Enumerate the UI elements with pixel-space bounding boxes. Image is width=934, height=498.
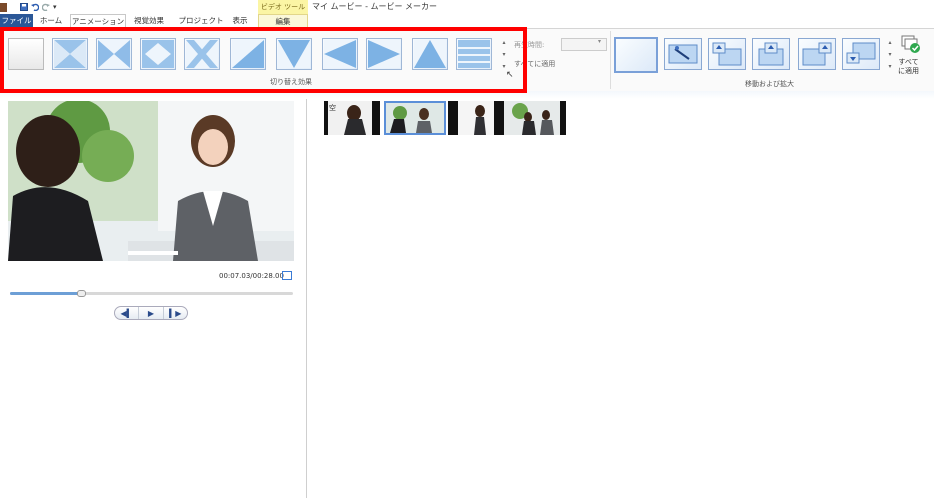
duration-chevron-down-icon: ▾: [598, 38, 602, 45]
pan-up-icon: [758, 42, 784, 66]
apply-all-pan-zoom-button[interactable]: すべて に適用: [898, 58, 919, 76]
quick-access-toolbar: ▾: [0, 0, 61, 14]
pan-gallery-scroll-up-icon[interactable]: ▴: [886, 38, 894, 47]
video-tools-context-label: ビデオ ツール: [258, 0, 308, 15]
app-icon[interactable]: [0, 2, 7, 12]
pan-gallery-scroll-down-icon[interactable]: ▾: [886, 50, 894, 59]
customize-qat-icon[interactable]: ▾: [53, 3, 61, 11]
next-frame-icon: ▍▶: [169, 308, 182, 318]
timecode: 00:07.03/00:28.00: [219, 272, 284, 280]
seek-progress: [10, 292, 81, 295]
transition-marker: 空: [329, 104, 336, 112]
pan-zoom-group-label: 移動および拡大: [745, 80, 794, 88]
preview-frame-image: [8, 101, 294, 261]
seek-thumb[interactable]: [77, 290, 86, 297]
play-button[interactable]: ▶: [139, 307, 164, 319]
tab-file[interactable]: ファイル: [0, 14, 33, 28]
storyboard-clip-4[interactable]: [504, 101, 566, 135]
save-icon[interactable]: [20, 3, 28, 11]
highlight-frame: [0, 27, 527, 93]
pan-zoom-1[interactable]: [664, 38, 702, 70]
tab-project[interactable]: プロジェクト: [176, 14, 226, 28]
pan-down-left-icon: [846, 42, 876, 64]
fullscreen-icon[interactable]: [282, 271, 292, 280]
pan-zoom-none[interactable]: [614, 37, 658, 73]
tab-visual-effects[interactable]: 視覚効果: [128, 14, 170, 28]
redo-icon[interactable]: [41, 3, 50, 12]
pan-zoom-2[interactable]: [708, 38, 746, 70]
storyboard-clip-2-selected[interactable]: [384, 101, 446, 135]
pan-up-right-icon: [802, 42, 832, 66]
play-icon: ▶: [147, 308, 155, 318]
previous-frame-icon: ◀▍: [120, 308, 133, 318]
pan-gallery-expand-icon[interactable]: ▾: [886, 62, 894, 71]
tab-view[interactable]: 表示: [228, 14, 252, 28]
auto-pan-zoom-icon: [668, 44, 698, 64]
playback-controls: ◀▍ ▶ ▍▶: [114, 306, 188, 320]
storyboard-clip-3[interactable]: [448, 101, 504, 135]
pan-zoom-5[interactable]: [842, 38, 880, 70]
window-title: マイ ムービー - ムービー メーカー: [312, 2, 438, 11]
ribbon-group-separator: [610, 31, 611, 89]
tab-home[interactable]: ホーム: [37, 14, 65, 28]
title-bar: [0, 0, 934, 14]
pan-zoom-3[interactable]: [752, 38, 790, 70]
apply-all-pan-zoom-icon: [900, 34, 922, 58]
video-preview[interactable]: [8, 101, 294, 261]
previous-frame-button[interactable]: ◀▍: [115, 307, 140, 319]
pan-up-left-icon: [712, 42, 742, 66]
undo-icon[interactable]: [31, 3, 40, 12]
pan-zoom-4[interactable]: [798, 38, 836, 70]
next-frame-button[interactable]: ▍▶: [164, 307, 187, 319]
